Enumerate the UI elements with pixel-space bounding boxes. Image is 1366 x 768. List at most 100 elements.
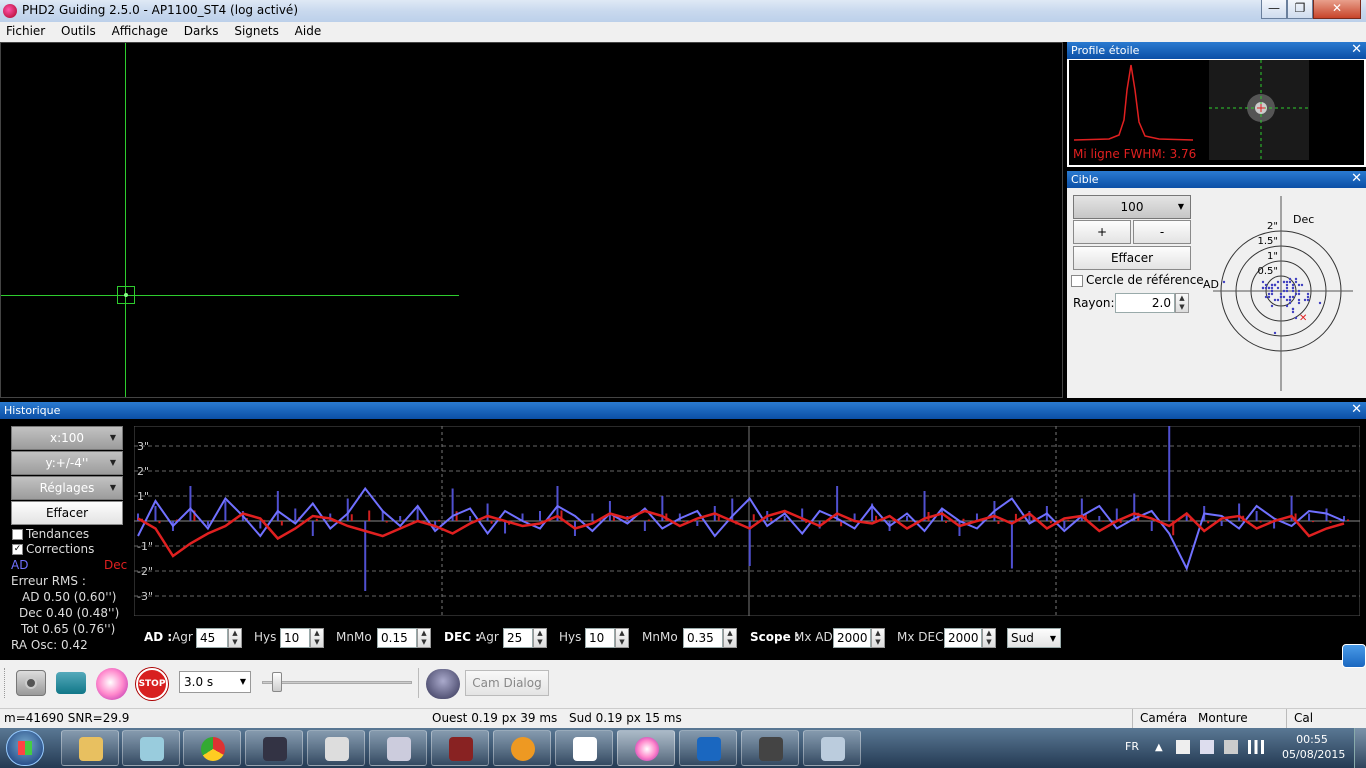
menu-darks[interactable]: Darks <box>178 22 225 40</box>
ad-mnmo-spinner[interactable]: ▲ ▼ <box>417 628 431 648</box>
target-scale-dropdown[interactable]: 100 ▼ <box>1073 195 1191 219</box>
target-point <box>1288 277 1292 281</box>
menu-affichage[interactable]: Affichage <box>106 22 174 40</box>
gamma-slider-thumb[interactable] <box>272 672 282 692</box>
target-point <box>1291 307 1295 311</box>
language-indicator[interactable]: FR <box>1125 740 1139 753</box>
ref-circle-checkbox[interactable] <box>1071 275 1083 287</box>
target-clear-button[interactable]: Effacer <box>1073 246 1191 270</box>
taskbar-app-2[interactable] <box>122 730 180 766</box>
camera-connect-icon[interactable] <box>16 670 46 696</box>
chevron-down-icon: ▼ <box>109 433 116 442</box>
history-clear-button[interactable]: Effacer <box>11 501 123 525</box>
minimize-button[interactable]: — <box>1261 0 1287 19</box>
mx-dec-spinner[interactable]: ▲ ▼ <box>982 628 996 648</box>
taskbar-app-12[interactable] <box>741 730 799 766</box>
dec-params-label: DEC : <box>444 630 480 644</box>
dec-agr-input[interactable]: 25 <box>503 628 533 648</box>
chevron-down-icon: ▼ <box>239 677 246 686</box>
close-icon[interactable]: ✕ <box>1351 171 1362 186</box>
teamviewer-icon <box>697 737 721 761</box>
taskbar-calculator[interactable] <box>803 730 861 766</box>
tray-expand-icon[interactable]: ▲ <box>1155 742 1163 753</box>
phd-guide-icon[interactable] <box>96 668 128 700</box>
guide-camera-view[interactable] <box>0 42 1063 398</box>
taskbar-app-6[interactable] <box>369 730 427 766</box>
target-point <box>1291 283 1295 287</box>
dec-mode-select[interactable]: Sud ▼ <box>1007 628 1061 648</box>
taskbar-app-9[interactable] <box>555 730 613 766</box>
ad-agr-input[interactable]: 45 <box>196 628 228 648</box>
exposure-select[interactable]: 3.0 s ▼ <box>179 671 251 693</box>
y-scale-dropdown[interactable]: y:+/-4'' ▼ <box>11 451 123 475</box>
trends-checkbox[interactable] <box>12 529 23 540</box>
dec-agr-spinner[interactable]: ▲ ▼ <box>533 628 547 648</box>
taskbar-app-5[interactable] <box>307 730 365 766</box>
zoom-in-button[interactable]: + <box>1073 220 1131 244</box>
taskbar-chrome[interactable] <box>183 730 241 766</box>
dec-hys-spinner[interactable]: ▲ ▼ <box>615 628 629 648</box>
cam-dialog-button[interactable]: Cam Dialog <box>465 670 549 696</box>
mx-ad-input[interactable]: 2000 <box>833 628 871 648</box>
close-icon[interactable]: ✕ <box>1351 402 1362 417</box>
clock-date[interactable]: 05/08/2015 <box>1282 748 1345 761</box>
taskbar-app-8[interactable] <box>493 730 551 766</box>
show-desktop-button[interactable] <box>1354 728 1366 768</box>
radius-spinner[interactable]: ▲ ▼ <box>1175 293 1189 313</box>
dec-mnmo-spinner[interactable]: ▲ ▼ <box>723 628 737 648</box>
ad-mnmo-input[interactable]: 0.15 <box>377 628 417 648</box>
corrections-label: Corrections <box>26 542 95 556</box>
start-button[interactable] <box>6 730 44 766</box>
loop-exposure-icon[interactable] <box>56 672 86 694</box>
brain-icon[interactable] <box>426 669 460 699</box>
ad-agr-spinner[interactable]: ▲ ▼ <box>228 628 242 648</box>
target-point <box>1294 280 1298 284</box>
gamma-slider-track[interactable] <box>262 681 412 684</box>
history-settings-dropdown[interactable]: Réglages ▼ <box>11 476 123 500</box>
ring-label-15: 1.5" <box>1257 236 1278 247</box>
target-point <box>1270 292 1274 296</box>
taskbar-app-7[interactable] <box>431 730 489 766</box>
zoom-out-button[interactable]: - <box>1133 220 1191 244</box>
chevron-down-icon: ▼ <box>109 483 116 492</box>
radius-input[interactable]: 2.0 <box>1115 293 1175 313</box>
windows-logo-icon <box>18 741 32 755</box>
usb-icon[interactable] <box>1224 740 1238 754</box>
clock-time[interactable]: 00:55 <box>1282 733 1342 746</box>
ad-axis-label: AD <box>1203 278 1219 291</box>
menu-aide[interactable]: Aide <box>289 22 328 40</box>
teamviewer-tab-icon[interactable] <box>1342 644 1366 668</box>
ad-hys-spinner[interactable]: ▲ ▼ <box>310 628 324 648</box>
phd-icon <box>635 737 659 761</box>
y-tick-label: -2" <box>137 565 153 578</box>
telescope-icon <box>573 737 597 761</box>
ad-hys-input[interactable]: 10 <box>280 628 310 648</box>
menu-signets[interactable]: Signets <box>228 22 285 40</box>
target-point <box>1291 310 1295 314</box>
flag-icon[interactable] <box>1176 740 1190 754</box>
mx-dec-input[interactable]: 2000 <box>944 628 982 648</box>
star-selection-box[interactable] <box>117 286 135 304</box>
main-toolbar: STOP 3.0 s ▼ Cam Dialog <box>0 644 1366 708</box>
menu-outils[interactable]: Outils <box>55 22 102 40</box>
target-point <box>1267 295 1271 299</box>
y-tick-label: 1" <box>137 490 149 503</box>
dec-mnmo-label: MnMo <box>642 630 678 644</box>
taskbar-teamviewer[interactable] <box>679 730 737 766</box>
taskbar-explorer[interactable] <box>61 730 119 766</box>
dec-hys-input[interactable]: 10 <box>585 628 615 648</box>
stop-icon[interactable]: STOP <box>136 668 168 700</box>
dec-mnmo-input[interactable]: 0.35 <box>683 628 723 648</box>
mx-ad-spinner[interactable]: ▲ ▼ <box>871 628 885 648</box>
taskbar-stellarium[interactable] <box>245 730 303 766</box>
close-button[interactable]: ✕ <box>1313 0 1361 19</box>
maximize-button[interactable]: ❐ <box>1287 0 1313 19</box>
target-point <box>1306 295 1310 299</box>
menu-fichier[interactable]: Fichier <box>0 22 51 40</box>
close-icon[interactable]: ✕ <box>1351 42 1362 57</box>
network-icon[interactable] <box>1248 740 1264 754</box>
taskbar-phd2[interactable] <box>617 730 675 766</box>
windows-icon[interactable] <box>1200 740 1214 754</box>
corrections-checkbox[interactable]: ✓ <box>12 544 23 555</box>
x-scale-dropdown[interactable]: x:100 ▼ <box>11 426 123 450</box>
